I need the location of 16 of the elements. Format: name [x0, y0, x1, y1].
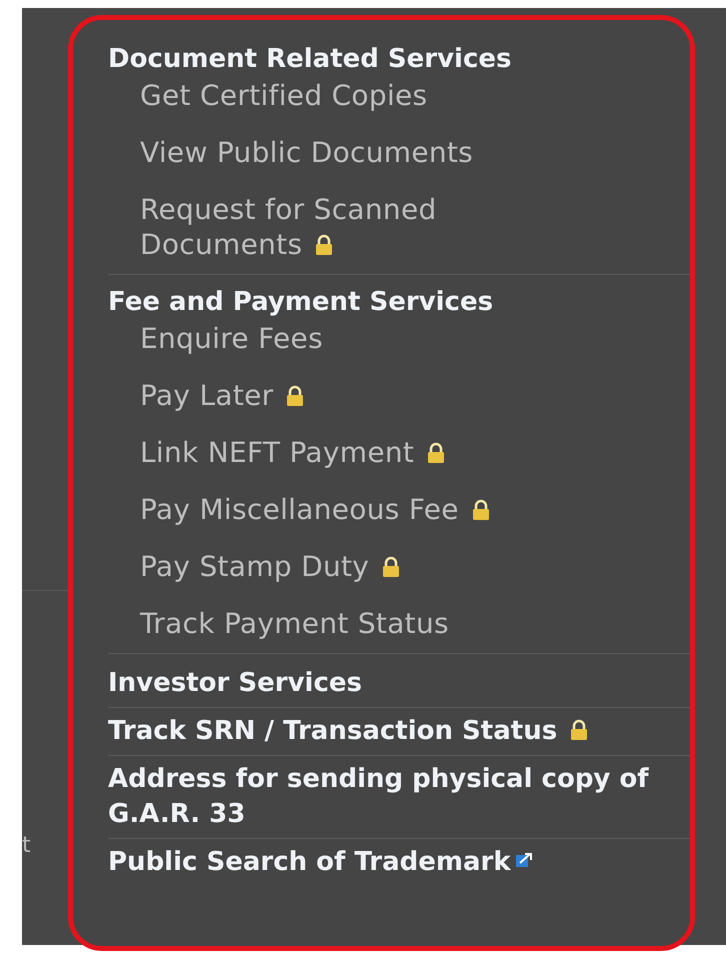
menu-link[interactable]: Pay Later	[140, 378, 520, 413]
menu-link[interactable]: Investor Services	[108, 666, 668, 701]
menu-link[interactable]: Enquire Fees	[140, 321, 520, 356]
section-heading: Fee and Payment Services	[108, 287, 494, 317]
menu-link[interactable]: Public Search of Trademark	[108, 845, 668, 880]
menu-link[interactable]: Pay Miscellaneous Fee	[140, 492, 520, 527]
menu-link[interactable]: View Public Documents	[140, 135, 520, 170]
menu-link[interactable]: Track Payment Status	[140, 606, 520, 641]
menu-link[interactable]: Request for Scanned Documents	[140, 192, 520, 262]
menu-link[interactable]: Address for sending physical copy of G.A.R. 33	[108, 762, 668, 832]
menu-link[interactable]: Pay Stamp Duty	[140, 549, 520, 584]
menu-link[interactable]: Link NEFT Payment	[140, 435, 520, 470]
section-heading: Document Related Services	[108, 44, 512, 74]
menu-link[interactable]: Get Certified Copies	[140, 78, 520, 113]
side-text: t	[22, 835, 32, 857]
menu-link[interactable]: Track SRN / Transaction Status	[108, 714, 668, 749]
